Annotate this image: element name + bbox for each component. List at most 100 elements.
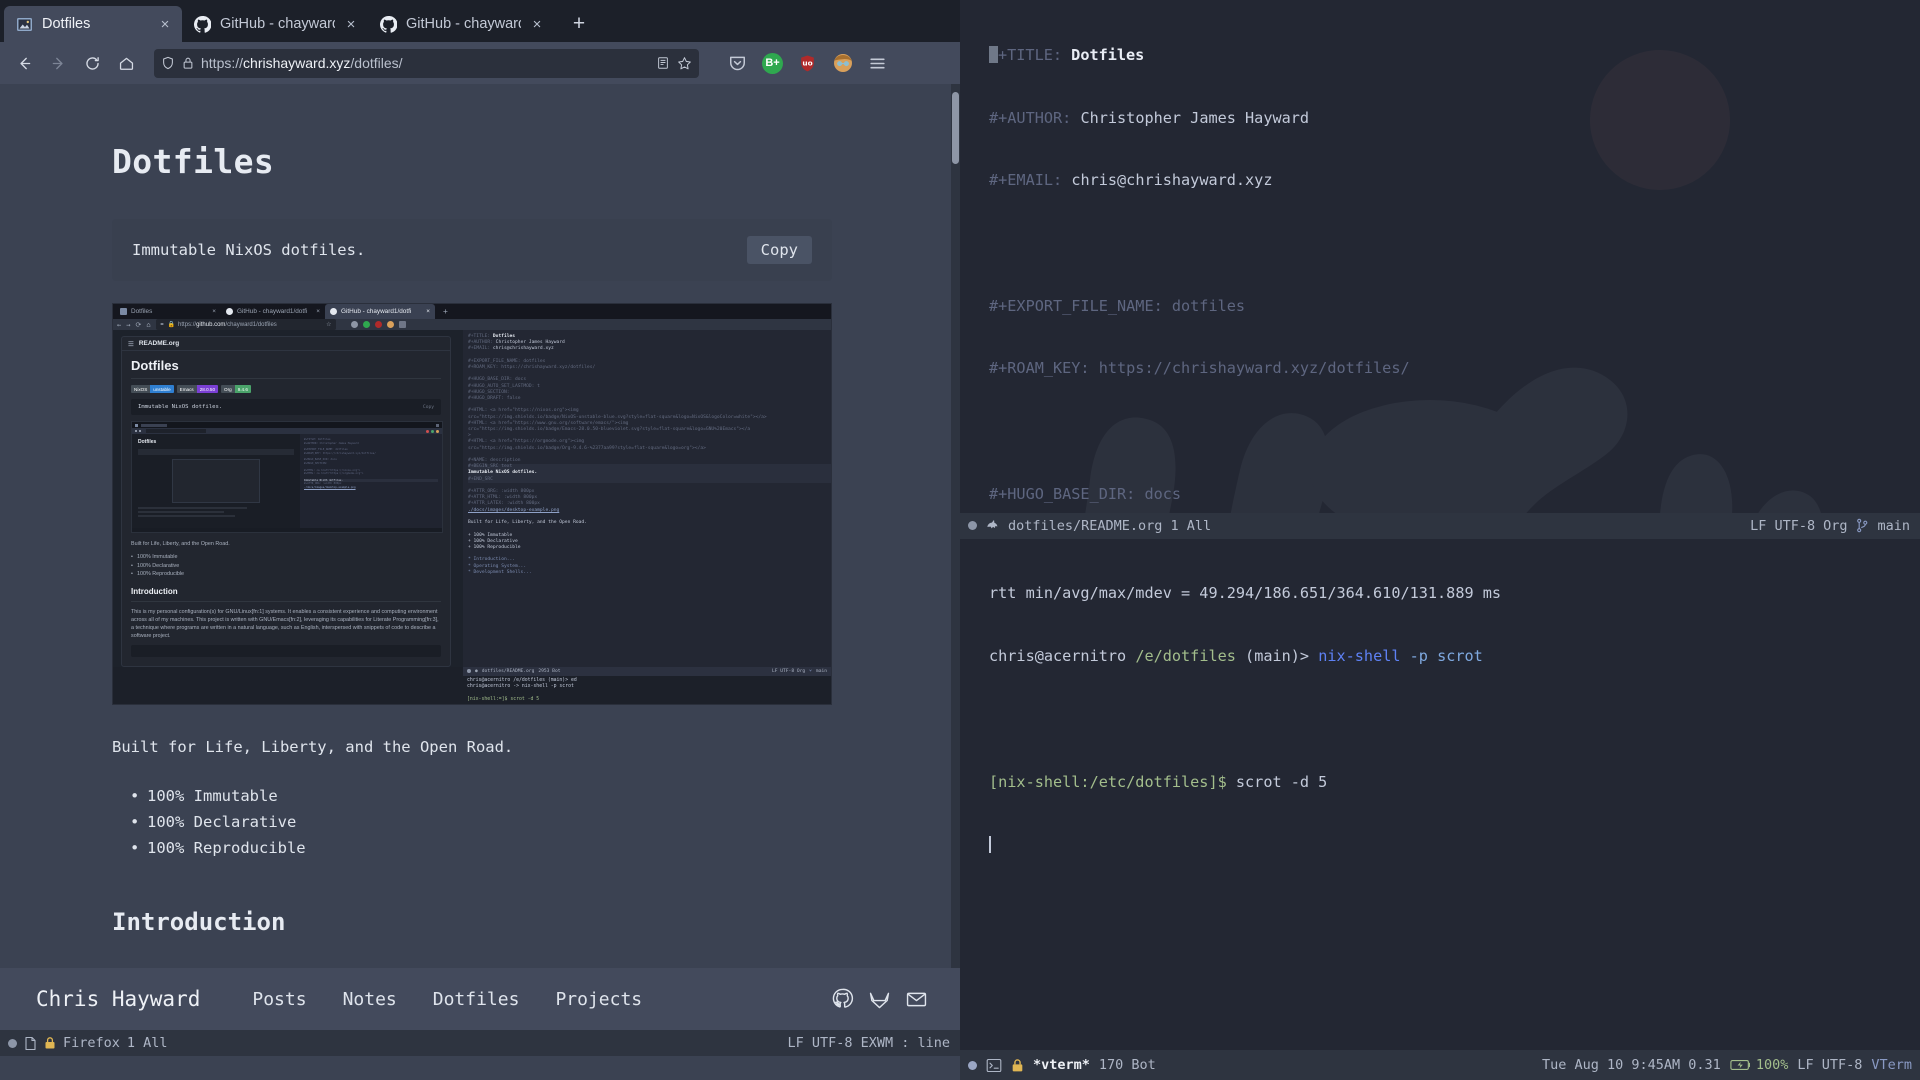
org-line — [989, 421, 1920, 442]
terminal-line: rtt min/avg/max/mdev = 49.294/186.651/36… — [989, 583, 1502, 602]
back-button[interactable] — [8, 48, 40, 78]
org-line — [989, 233, 1920, 254]
nav-link-notes[interactable]: Notes — [343, 989, 397, 1010]
svg-text:uo: uo — [802, 58, 812, 67]
nested-forward-icon: → — [126, 320, 131, 329]
vterm-major-mode: VTerm — [1871, 1057, 1912, 1073]
account-avatar[interactable] — [832, 53, 853, 74]
email-icon[interactable] — [905, 988, 928, 1011]
nav-link-dotfiles[interactable]: Dotfiles — [433, 989, 520, 1010]
nested-nav-bar: ← → ⟳ ⌂ ⚭ 🔒 https://github.com/chayward1… — [113, 319, 831, 330]
bitwarden-icon[interactable]: B+ — [762, 52, 783, 74]
battery-percent: 100% — [1755, 1057, 1789, 1073]
page-scrollbar[interactable] — [951, 84, 960, 968]
org-buffer[interactable]: +TITLE: Dotfiles #+AUTHOR: Christopher J… — [960, 0, 1920, 513]
close-icon[interactable]: × — [530, 17, 544, 32]
nested-tagline: Built for Life, Liberty, and the Open Ro… — [131, 541, 230, 547]
status-dot — [968, 521, 977, 530]
nested-buffer-name: dotfiles/README.org — [481, 668, 535, 674]
nested-address-bar: ⚭ 🔒 https://github.com/chayward1/dotfile… — [155, 319, 336, 330]
text-cursor — [989, 45, 998, 63]
org-line: #+EXPORT_FILE_NAME: dotfiles — [989, 296, 1246, 315]
github-icon — [226, 308, 233, 315]
ublock-origin-icon[interactable]: uo — [797, 53, 818, 74]
status-dot — [968, 1060, 977, 1070]
badge-org: Org 9.4.6 — [221, 385, 251, 393]
shield-icon: ⚭ — [159, 322, 165, 328]
browser-tab-dotfiles[interactable]: Dotfiles × — [4, 6, 182, 42]
desktop-root: Dotfiles × GitHub - chayward1/dotfi × Gi… — [0, 0, 1920, 1080]
nested-readme-body: Dotfiles NixOS unstable Emacs 28.0.50 Org 9… — [122, 351, 450, 666]
close-icon[interactable]: × — [344, 17, 358, 32]
reload-button[interactable] — [76, 48, 108, 78]
site-brand[interactable]: Chris Hayward — [36, 987, 200, 1011]
nested-terminal: chris@acernitro /e/dotfiles (main)> ed c… — [463, 676, 831, 704]
terminal-icon — [986, 1058, 1002, 1073]
browser-tab-github-2[interactable]: GitHub - chayward1/dotfi × — [368, 6, 554, 42]
nested-github-pane: ☰ README.org Dotfiles NixOS unstable Emac… — [113, 330, 463, 667]
browser-tab-bar: Dotfiles × GitHub - chayward1/dotfi × Gi… — [0, 0, 960, 42]
modeline-right-info: LF UTF-8 EXWM : line — [787, 1035, 950, 1051]
star-icon[interactable] — [677, 56, 692, 71]
padlock-icon[interactable] — [182, 56, 194, 70]
tab-title: GitHub - chayward1/dotfi — [406, 16, 521, 32]
modeline-position: 1 All — [126, 1035, 168, 1051]
description-callout: Immutable NixOS dotfiles. Copy — [112, 219, 832, 281]
page-tagline: Built for Life, Liberty, and the Open Ro… — [112, 738, 514, 756]
org-git-branch: main — [1877, 517, 1910, 534]
org-text-lines: +TITLE: Dotfiles #+AUTHOR: Christopher J… — [960, 3, 1920, 513]
site-nav-links: Posts Notes Dotfiles Projects — [252, 989, 642, 1010]
list-item: 100% Declarative — [130, 809, 830, 835]
nested-section-heading: Introduction — [131, 586, 178, 596]
nested-tab-title: GitHub - chayward1/dotfi — [237, 308, 308, 315]
gitlab-icon[interactable] — [868, 988, 891, 1011]
lock-icon — [1011, 1058, 1024, 1073]
nested-tab-dotfiles: Dotfiles × — [115, 304, 221, 319]
url-text: https://chrishayward.xyz/dotfiles/ — [201, 55, 403, 71]
close-icon[interactable]: × — [158, 17, 172, 32]
battery-charging-icon: 100% — [1730, 1057, 1789, 1073]
nested-nested-screenshot: Dotfiles #+TITLE: Dotfiles #+AUTHOR: Chr… — [131, 421, 443, 533]
reader-view-icon[interactable] — [656, 56, 670, 70]
scrollbar-thumb[interactable] — [952, 92, 959, 164]
list-icon: ☰ — [128, 340, 134, 348]
close-icon: × — [212, 308, 216, 315]
nested-url-text: https://github.com/chayward1/dotfiles — [178, 321, 277, 328]
hamburger-menu-icon[interactable] — [867, 53, 888, 74]
social-links — [831, 988, 928, 1011]
forward-button[interactable] — [42, 48, 74, 78]
copy-button[interactable]: Copy — [746, 236, 812, 264]
org-unicorn-icon: ● — [475, 668, 478, 674]
org-line: #+ROAM_KEY: https://chrishayward.xyz/dot… — [989, 359, 1410, 378]
address-bar[interactable]: https://chrishayward.xyz/dotfiles/ — [154, 48, 699, 78]
tab-title: GitHub - chayward1/dotfi — [220, 16, 335, 32]
tab-title: Dotfiles — [42, 16, 91, 32]
emacs-window: +TITLE: Dotfiles #+AUTHOR: Christopher J… — [960, 0, 1920, 1080]
new-tab-button[interactable]: + — [564, 9, 594, 39]
nested-back-icon: ← — [117, 320, 122, 329]
nested-tab-title: GitHub - chayward1/dotfi — [341, 308, 412, 315]
site-navigation: Chris Hayward Posts Notes Dotfiles Proje… — [0, 968, 960, 1030]
browser-tab-github-1[interactable]: GitHub - chayward1/dotfi × — [182, 6, 368, 42]
web-page-content: Dotfiles Immutable NixOS dotfiles. Copy … — [0, 84, 960, 968]
clock-datetime: Tue Aug 10 9:45AM 0.31 — [1542, 1057, 1721, 1073]
feature-list: 100% Immutable 100% Declarative 100% Rep… — [130, 783, 830, 861]
shield-icon[interactable] — [161, 56, 175, 70]
nav-link-posts[interactable]: Posts — [252, 989, 306, 1010]
emacs-modeline-left: Firefox 1 All LF UTF-8 EXWM : line — [0, 1030, 960, 1056]
home-button[interactable] — [110, 48, 142, 78]
github-icon — [330, 308, 337, 315]
org-line: +TITLE: Dotfiles — [989, 45, 1920, 66]
page-body: Dotfiles Immutable NixOS dotfiles. Copy … — [0, 84, 832, 968]
section-heading-introduction: Introduction — [112, 907, 286, 936]
github-icon[interactable] — [831, 988, 854, 1011]
vterm-position: 170 Bot — [1098, 1057, 1156, 1073]
org-buffer-name: dotfiles/README.org — [1008, 517, 1163, 534]
org-line: #+EMAIL: chris@chrishayward.xyz — [989, 171, 1273, 190]
nav-link-projects[interactable]: Projects — [555, 989, 642, 1010]
nested-emacs-pane: #+TITLE: Dotfiles #+AUTHOR: Christopher … — [463, 330, 831, 667]
nested-readme-card: ☰ README.org Dotfiles NixOS unstable Emac… — [121, 336, 451, 667]
pocket-icon[interactable] — [727, 53, 748, 74]
vterm-buffer[interactable]: rtt min/avg/max/mdev = 49.294/186.651/36… — [960, 538, 1920, 1050]
pocket-icon — [350, 321, 358, 328]
